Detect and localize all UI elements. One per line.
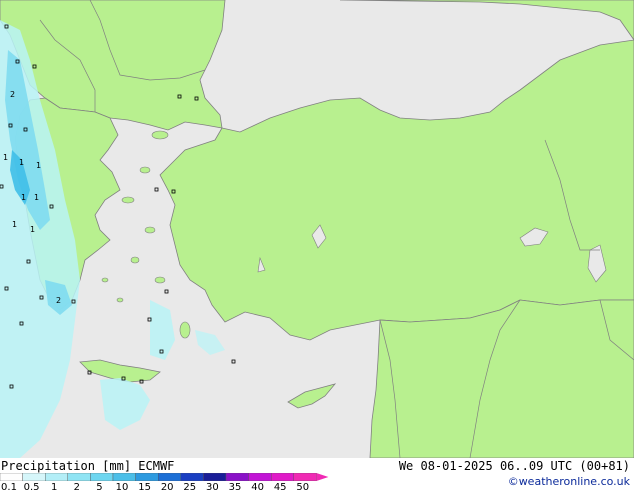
- precipitation-map: 2 1 1 1 1 1 1 1 2: [0, 0, 634, 459]
- colorbar-tick-label: 40: [251, 482, 264, 493]
- station-value: 2: [10, 90, 15, 99]
- colorbar-tick-label: 2: [73, 482, 80, 493]
- colorbar-tick-label: 0.1: [1, 482, 17, 493]
- colorbar-segment: [248, 473, 272, 481]
- colorbar-arrow: [316, 473, 329, 481]
- station-value: 1: [3, 153, 8, 162]
- colorbar-segment: [67, 473, 91, 481]
- station-value: 1: [36, 161, 41, 170]
- colorbar-segment: [135, 473, 159, 481]
- map-canvas: 2 1 1 1 1 1 1 1 2: [0, 0, 634, 459]
- colorbar-segment: [180, 473, 204, 481]
- land-levant: [369, 299, 634, 459]
- colorbar-segment: [22, 473, 46, 481]
- colorbar-segment: [271, 473, 295, 481]
- colorbar-tick-label: 50: [296, 482, 310, 493]
- legend-title: Precipitation [mm] ECMWF: [1, 459, 175, 473]
- station-value: 1: [12, 220, 17, 229]
- colorbar-segment: [203, 473, 227, 481]
- colorbar-tick-label: 45: [273, 482, 287, 493]
- colorbar-tick-label: 25: [183, 482, 197, 493]
- colorbar-segment: [225, 473, 249, 481]
- colorbar: [0, 473, 329, 481]
- colorbar-segment: [293, 473, 317, 481]
- station-value: 1: [21, 193, 26, 202]
- colorbar-tick-label: 10: [115, 482, 129, 493]
- colorbar-tick-label: 0.5: [23, 482, 40, 493]
- map-footer: Precipitation [mm] ECMWF We 08-01-2025 0…: [0, 458, 634, 493]
- colorbar-tick-label: 20: [160, 482, 174, 493]
- station-value: 2: [56, 296, 61, 305]
- colorbar-segment: [0, 473, 23, 481]
- station-value: 1: [30, 225, 35, 234]
- colorbar-segment: [112, 473, 136, 481]
- colorbar-segment: [90, 473, 114, 481]
- colorbar-tick-label: 35: [228, 482, 242, 493]
- station-value: 1: [34, 193, 39, 202]
- colorbar-tick-label: 15: [138, 482, 151, 493]
- colorbar-tick-label: 30: [206, 482, 219, 493]
- colorbar-segment: [157, 473, 181, 481]
- colorbar-tick-label: 5: [96, 482, 103, 493]
- credit-link[interactable]: ©weatheronline.co.uk: [508, 475, 630, 488]
- valid-time: We 08-01-2025 06..09 UTC (00+81): [398, 459, 630, 473]
- colorbar-tick-label: 1: [51, 482, 58, 493]
- station-value: 1: [19, 158, 24, 167]
- colorbar-segment: [45, 473, 69, 481]
